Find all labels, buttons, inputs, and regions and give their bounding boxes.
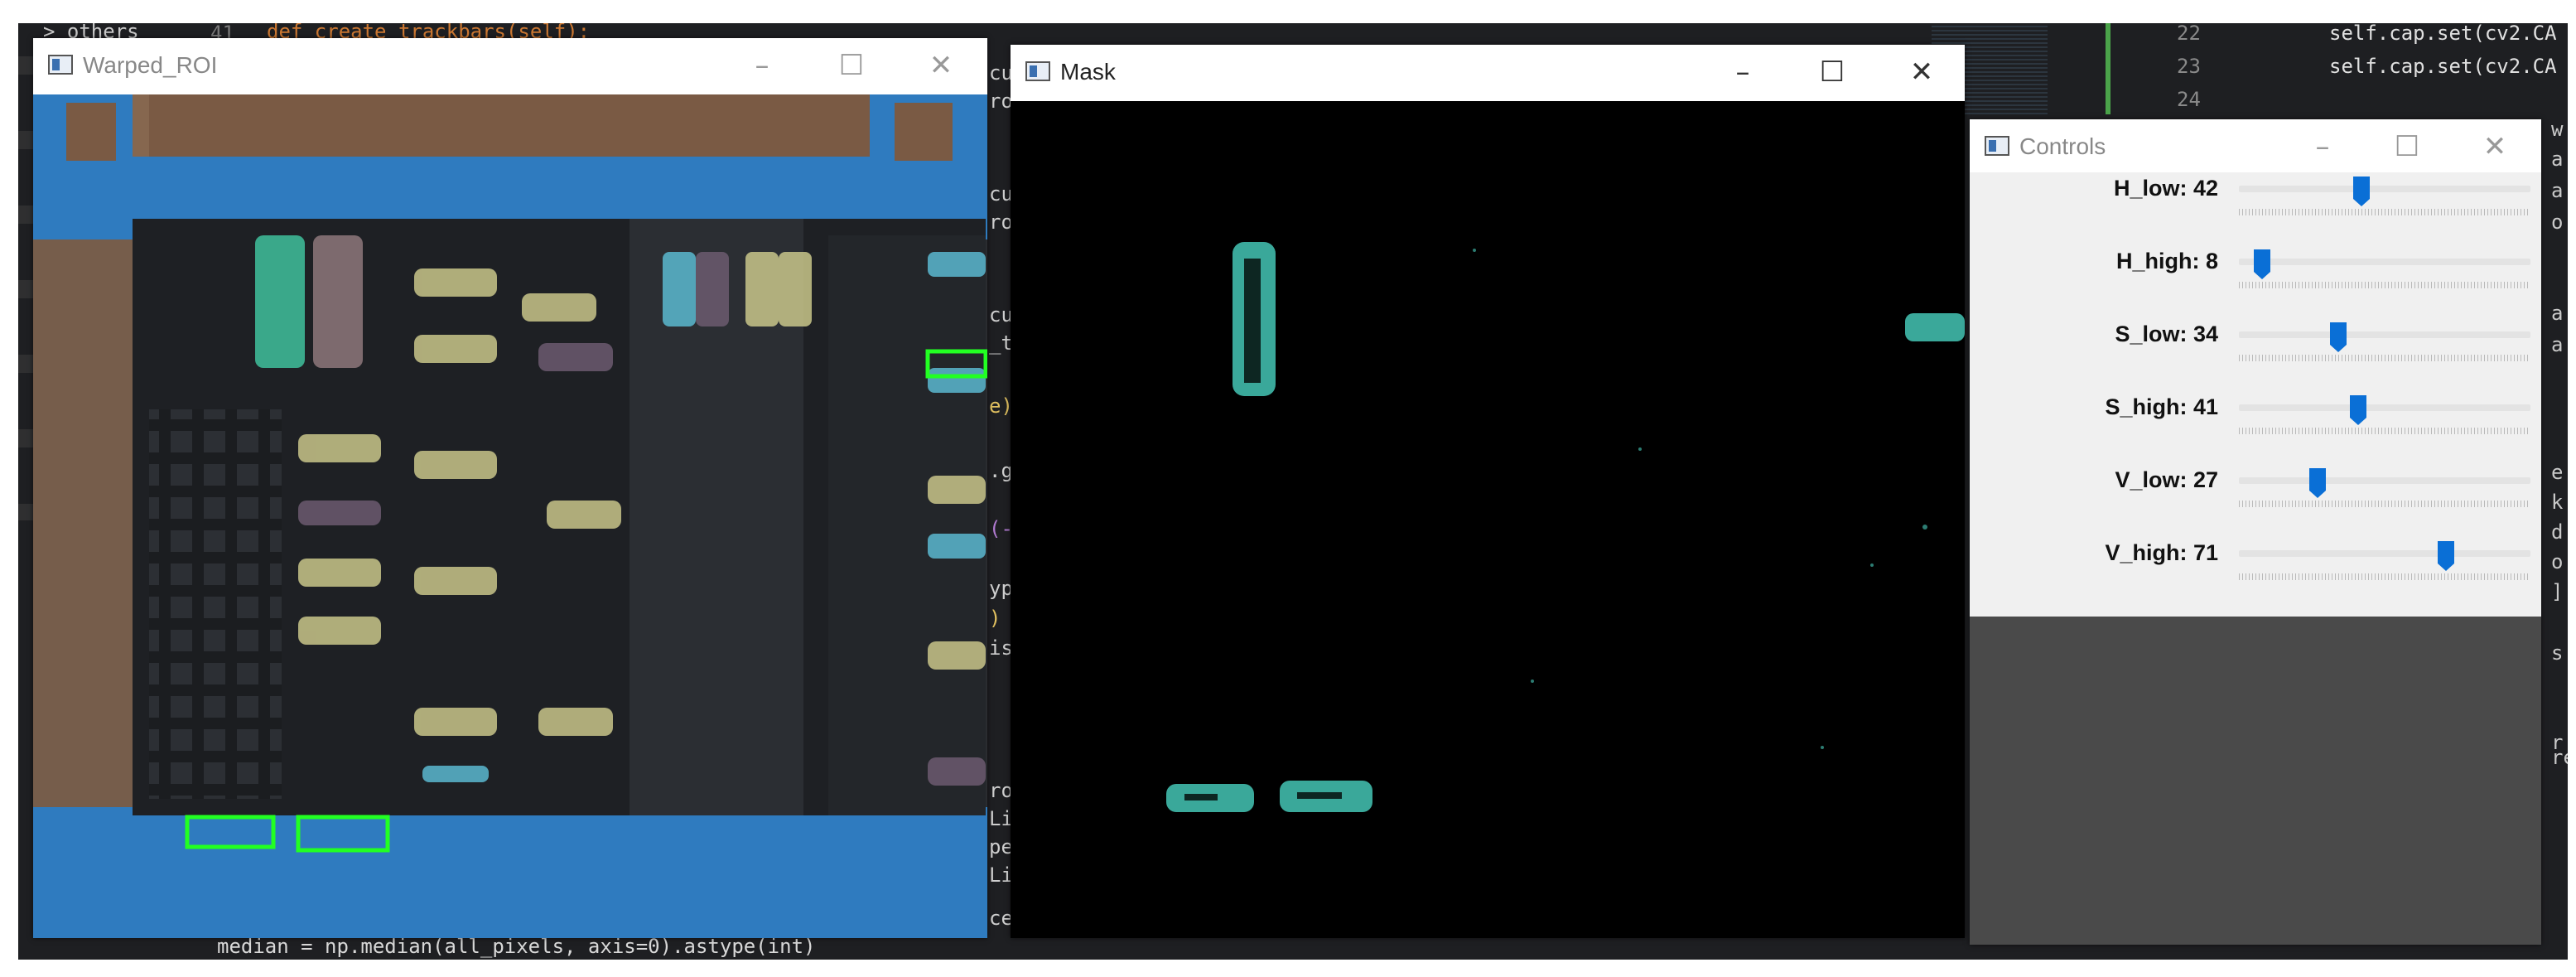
trackbar-ticks xyxy=(2239,428,2530,434)
mask-window[interactable]: Mask – ☐ ✕ xyxy=(1011,45,1965,938)
code-fragment: .g xyxy=(989,459,1013,482)
trackbar-row: H_low: 42 xyxy=(1970,161,2530,234)
code-fragment: s xyxy=(2551,641,2564,665)
code-line: self.cap.set(cv2.CA xyxy=(2329,55,2557,78)
code-fragment: ro xyxy=(989,210,1013,234)
trackbar-label: V_low: 27 xyxy=(2115,467,2218,492)
trackbar-track[interactable] xyxy=(2239,186,2530,192)
app-window-icon xyxy=(48,55,73,75)
camera-feed-canvas[interactable] xyxy=(33,94,987,938)
window-title: Mask xyxy=(1060,59,1116,85)
fuse-box-image xyxy=(33,94,987,938)
trackbar-ticks xyxy=(2239,501,2530,507)
app-window-icon xyxy=(1985,136,2009,156)
code-fragment: Li xyxy=(989,807,1013,830)
line-number: 23 xyxy=(2177,55,2201,78)
trackbar-thumb[interactable] xyxy=(2437,540,2455,572)
trackbar-thumb[interactable] xyxy=(2349,394,2367,426)
code-fragment: ro xyxy=(989,89,1013,113)
close-button[interactable]: ✕ xyxy=(918,43,964,88)
code-fragment: pe xyxy=(989,835,1013,859)
close-button[interactable]: ✕ xyxy=(1898,50,1945,94)
trackbar-label: H_high: 8 xyxy=(2115,249,2218,273)
code-line: self.cap.set(cv2.CA xyxy=(2329,23,2557,45)
trackbar-track[interactable] xyxy=(2239,550,2530,557)
minimize-button[interactable]: – xyxy=(739,43,785,88)
line-number: 22 xyxy=(2177,23,2201,45)
code-fragment: ro xyxy=(989,779,1013,802)
title-bar[interactable]: Warped_ROI – ☐ ✕ xyxy=(33,38,987,94)
mask-canvas[interactable] xyxy=(1011,101,1965,938)
code-fragment: a xyxy=(2551,302,2564,325)
minimize-button[interactable]: – xyxy=(1720,50,1766,94)
code-fragment: is xyxy=(989,636,1013,660)
trackbar-ticks xyxy=(2239,573,2530,580)
code-fragment: cu xyxy=(989,303,1013,326)
window-title: Warped_ROI xyxy=(83,52,218,78)
trackbar-thumb[interactable] xyxy=(2308,467,2327,499)
trackbar-panel: H_low: 42 H_high: 8 S_low: 34 S_high: 41 V_l… xyxy=(1970,172,2541,617)
trackbar-thumb[interactable] xyxy=(2253,249,2271,280)
trackbar-row: V_low: 27 xyxy=(1970,452,2530,525)
trackbar-ticks xyxy=(2239,209,2530,215)
activity-bar[interactable] xyxy=(18,56,33,520)
code-fragment: e xyxy=(2551,461,2564,484)
trackbar-row: S_high: 41 xyxy=(1970,380,2530,452)
code-fragment: ce xyxy=(989,907,1013,930)
trackbar-thumb[interactable] xyxy=(2329,322,2347,353)
code-fragment: cu xyxy=(989,182,1013,206)
line-number: 24 xyxy=(2177,88,2201,111)
trackbar-label: H_low: 42 xyxy=(2113,176,2218,201)
trackbar-label: V_high: 71 xyxy=(2105,540,2218,565)
code-fragment: cu xyxy=(989,61,1013,85)
code-fragment: _t xyxy=(989,331,1013,355)
code-fragment: a xyxy=(2551,179,2564,202)
trackbar-label: S_high: 41 xyxy=(2105,394,2218,419)
code-fragment: o xyxy=(2551,210,2564,234)
code-fragment: k xyxy=(2551,491,2564,514)
trackbar-label: S_low: 34 xyxy=(2115,322,2218,346)
code-fragment: a xyxy=(2551,333,2564,356)
code-fragment: yp xyxy=(989,577,1013,600)
code-line-bottom: median = np.median(all_pixels, axis=0).a… xyxy=(217,935,816,958)
code-fragment: ] xyxy=(2551,580,2564,603)
controls-window[interactable]: Controls – ☐ ✕ H_low: 42 H_high: 8 S_low: … xyxy=(1970,119,2541,945)
maximize-button[interactable]: ☐ xyxy=(828,43,875,88)
app-window-icon xyxy=(1025,61,1050,81)
mask-image xyxy=(1011,101,1965,938)
trackbar-track[interactable] xyxy=(2239,331,2530,338)
change-marker xyxy=(2106,23,2110,114)
code-fragment: re xyxy=(2551,746,2568,769)
window-title: Controls xyxy=(2019,133,2106,159)
code-fragment: (- xyxy=(989,517,1013,540)
trackbar-row: H_high: 8 xyxy=(1970,234,2530,307)
code-fragment: Li xyxy=(989,863,1013,887)
trackbar-row: V_high: 71 xyxy=(1970,525,2530,598)
code-fragment: ) xyxy=(989,607,1001,630)
maximize-button[interactable]: ☐ xyxy=(1809,50,1855,94)
trackbar-ticks xyxy=(2239,282,2530,288)
trackbar-ticks xyxy=(2239,355,2530,361)
trackbar-track[interactable] xyxy=(2239,259,2530,265)
trackbar-track[interactable] xyxy=(2239,404,2530,411)
trackbar-row: S_low: 34 xyxy=(1970,307,2530,380)
code-fragment: o xyxy=(2551,550,2564,573)
trackbar-thumb[interactable] xyxy=(2352,176,2371,207)
code-fragment: w xyxy=(2551,118,2564,141)
code-fragment: e) xyxy=(989,394,1013,418)
code-fragment: d xyxy=(2551,520,2564,544)
title-bar[interactable]: Mask – ☐ ✕ xyxy=(1011,45,1965,101)
code-fragment: a xyxy=(2551,148,2564,171)
warped-roi-window[interactable]: Warped_ROI – ☐ ✕ xyxy=(33,38,987,938)
trackbar-track[interactable] xyxy=(2239,477,2530,484)
